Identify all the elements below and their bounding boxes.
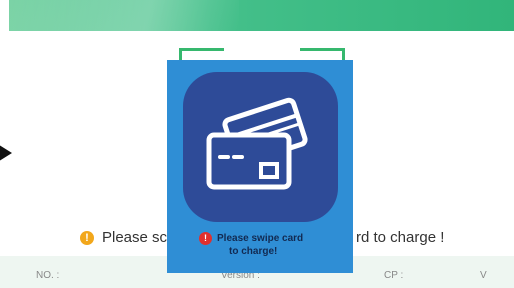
scan-instruction-text-left: Please sca (102, 229, 176, 246)
scan-frame-corner-right (300, 48, 345, 51)
swipe-card-message-line2: to charge! (229, 246, 278, 257)
scan-frame-corner-left-vertical (179, 48, 182, 60)
cp-label: CP : (384, 270, 404, 281)
device-number-label: NO. : (36, 270, 60, 281)
scan-frame-corner-right-vertical (342, 48, 345, 60)
swipe-card-dialog[interactable]: ! Please swipe card to charge! (167, 60, 353, 273)
warning-icon: ! (80, 231, 94, 246)
scan-instruction-text-right: rd to charge ! (356, 229, 445, 246)
header-shine (9, 0, 239, 31)
card-icon (183, 72, 338, 222)
header-bar (9, 0, 514, 31)
swipe-card-message-line1: Please swipe card (217, 233, 304, 244)
scan-frame-corner-left (179, 48, 224, 51)
play-arrow-icon (0, 143, 12, 163)
error-icon: ! (199, 232, 212, 245)
v-label: V (480, 270, 487, 281)
